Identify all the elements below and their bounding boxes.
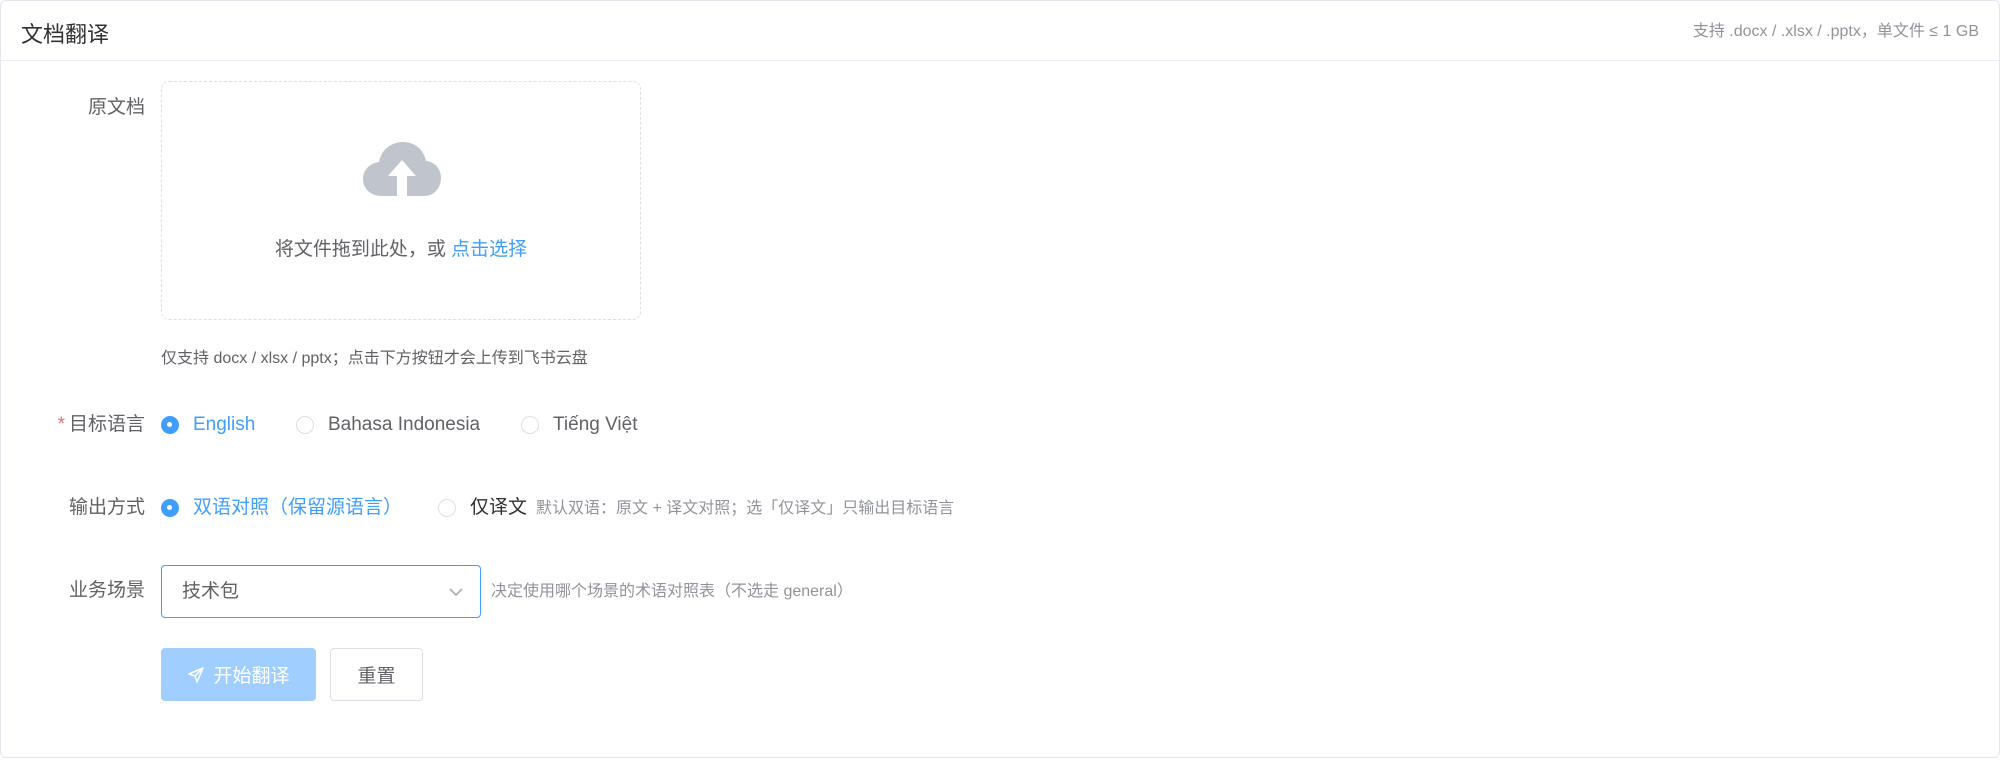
radio-english-circle[interactable] bbox=[161, 416, 179, 434]
radio-translation-only-label: 仅译文 bbox=[470, 497, 528, 518]
radio-bilingual-circle[interactable] bbox=[161, 499, 179, 517]
page-title: 文档翻译 bbox=[21, 22, 110, 47]
radio-tieng-viet-circle[interactable] bbox=[521, 416, 539, 434]
document-translation-card: 文档翻译 支持 .docx / .xlsx / .pptx，单文件 ≤ 1 GB… bbox=[0, 0, 2000, 758]
radio-english[interactable]: English bbox=[161, 412, 255, 438]
radio-bahasa-indonesia-circle[interactable] bbox=[296, 416, 314, 434]
target-language-label-text: 目标语言 bbox=[68, 414, 145, 435]
required-mark: * bbox=[57, 414, 65, 435]
reset-label: 重置 bbox=[357, 666, 396, 687]
scenario-hint: 决定使用哪个场景的术语对照表（不选走 general） bbox=[491, 583, 853, 600]
radio-tieng-viet-label: Tiếng Việt bbox=[553, 414, 638, 435]
target-language-label: * 目标语言 bbox=[1, 412, 145, 438]
drop-instruction: 将文件拖到此处，或 点击选择 bbox=[162, 237, 640, 263]
radio-translation-only-circle[interactable] bbox=[438, 499, 456, 517]
cloud-upload-icon bbox=[363, 142, 441, 198]
drop-text: 将文件拖到此处，或 bbox=[274, 239, 452, 260]
start-translation-label: 开始翻译 bbox=[213, 666, 290, 687]
chevron-down-icon bbox=[449, 588, 463, 597]
radio-bilingual-label: 双语对照（保留源语言） bbox=[193, 497, 403, 518]
start-translation-button[interactable]: 开始翻译 bbox=[161, 648, 316, 701]
scenario-select-value: 技术包 bbox=[182, 581, 240, 602]
card-header: 文档翻译 支持 .docx / .xlsx / .pptx，单文件 ≤ 1 GB bbox=[1, 1, 1999, 61]
select-file-link[interactable]: 点击选择 bbox=[451, 239, 527, 260]
radio-translation-only[interactable]: 仅译文 bbox=[438, 495, 527, 521]
radio-english-label: English bbox=[193, 414, 256, 435]
radio-bahasa-indonesia-label: Bahasa Indonesia bbox=[328, 414, 481, 435]
scenario-label: 业务场景 bbox=[68, 580, 145, 601]
send-icon bbox=[188, 666, 205, 683]
radio-bahasa-indonesia[interactable]: Bahasa Indonesia bbox=[296, 412, 480, 438]
output-mode-label: 输出方式 bbox=[68, 497, 145, 518]
output-mode-hint: 默认双语：原文 + 译文对照；选「仅译文」只输出目标语言 bbox=[536, 500, 955, 517]
radio-bilingual[interactable]: 双语对照（保留源语言） bbox=[161, 495, 402, 521]
radio-tieng-viet[interactable]: Tiếng Việt bbox=[521, 412, 638, 438]
upload-tip: 仅支持 docx / xlsx / pptx；点击下方按钮才会上传到飞书云盘 bbox=[161, 350, 588, 367]
upload-label: 原文档 bbox=[87, 97, 145, 118]
reset-button[interactable]: 重置 bbox=[330, 648, 423, 701]
scenario-select[interactable]: 技术包 bbox=[161, 565, 481, 618]
upload-dropzone[interactable]: 将文件拖到此处，或 点击选择 bbox=[161, 81, 641, 320]
format-support-hint: 支持 .docx / .xlsx / .pptx，单文件 ≤ 1 GB bbox=[1692, 23, 1979, 40]
